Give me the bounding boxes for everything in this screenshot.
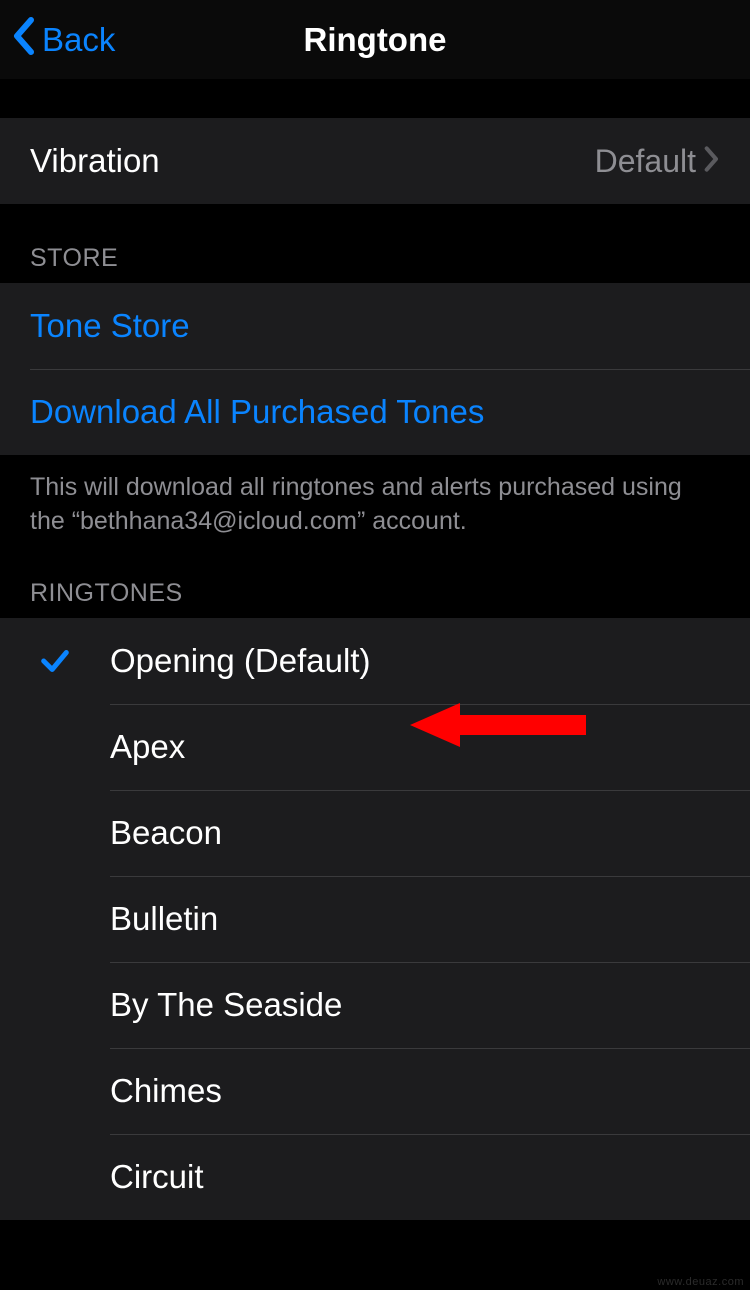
ringtone-label: Apex	[110, 728, 185, 766]
back-button[interactable]: Back	[0, 16, 115, 64]
ringtone-row[interactable]: By The Seaside	[0, 962, 750, 1048]
chevron-left-icon	[10, 16, 42, 64]
tone-store-label: Tone Store	[30, 307, 190, 345]
ringtone-label: By The Seaside	[110, 986, 342, 1024]
ringtone-row[interactable]: Circuit	[0, 1134, 750, 1220]
vibration-group: Vibration Default	[0, 118, 750, 204]
store-group: Tone Store Download All Purchased Tones	[0, 283, 750, 455]
watermark: www.deuaz.com	[657, 1276, 744, 1288]
chevron-right-icon	[704, 145, 720, 178]
ringtone-row[interactable]: Bulletin	[0, 876, 750, 962]
ringtones-section-header: RINGTONES	[0, 539, 750, 618]
ringtone-label: Opening (Default)	[110, 642, 370, 680]
nav-bar: Back Ringtone	[0, 0, 750, 80]
ringtone-row[interactable]: Apex	[0, 704, 750, 790]
download-all-row[interactable]: Download All Purchased Tones	[0, 369, 750, 455]
ringtone-label: Circuit	[110, 1158, 204, 1196]
back-label: Back	[42, 21, 115, 59]
tone-store-row[interactable]: Tone Store	[0, 283, 750, 369]
ringtones-group: Opening (Default) Apex Beacon Bulletin By Th…	[0, 618, 750, 1220]
ringtone-row[interactable]: Opening (Default)	[0, 618, 750, 704]
store-footer-text: This will download all ringtones and ale…	[0, 455, 750, 539]
download-all-label: Download All Purchased Tones	[30, 393, 484, 431]
vibration-label: Vibration	[30, 142, 160, 180]
vibration-value: Default	[595, 143, 704, 180]
ringtone-label: Bulletin	[110, 900, 218, 938]
vibration-row[interactable]: Vibration Default	[0, 118, 750, 204]
ringtone-row[interactable]: Chimes	[0, 1048, 750, 1134]
ringtone-label: Chimes	[110, 1072, 222, 1110]
checkmark-icon	[0, 644, 110, 678]
store-section-header: STORE	[0, 204, 750, 283]
spacer	[0, 80, 750, 118]
ringtone-label: Beacon	[110, 814, 222, 852]
ringtone-row[interactable]: Beacon	[0, 790, 750, 876]
